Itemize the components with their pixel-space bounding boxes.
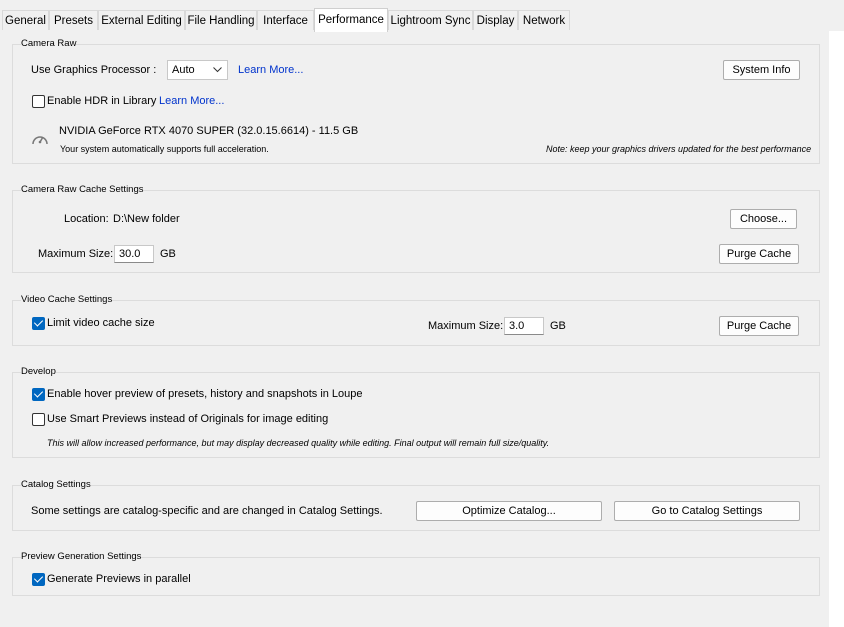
purge-cache-button[interactable]: Purge Cache xyxy=(719,244,799,264)
location-value: D:\New folder xyxy=(113,213,180,225)
gauge-icon xyxy=(32,136,48,145)
tab-bar: General Presets External Editing File Ha… xyxy=(0,0,844,32)
gpu-name: NVIDIA GeForce RTX 4070 SUPER (32.0.15.6… xyxy=(59,125,359,137)
tab-general[interactable]: General xyxy=(2,10,49,30)
smart-previews-label: Use Smart Previews instead of Originals … xyxy=(47,413,329,425)
chevron-down-icon xyxy=(213,67,222,73)
optimize-catalog-button[interactable]: Optimize Catalog... xyxy=(416,501,602,521)
hover-preview-checkbox[interactable] xyxy=(32,388,45,401)
tab-file-handling[interactable]: File Handling xyxy=(185,10,257,30)
cache-max-size-label: Maximum Size: xyxy=(38,248,114,260)
tab-network[interactable]: Network xyxy=(518,10,570,30)
tab-display[interactable]: Display xyxy=(473,10,518,30)
panel-edge xyxy=(829,31,844,627)
tab-presets[interactable]: Presets xyxy=(49,10,98,30)
video-max-size-input[interactable]: 3.0 xyxy=(504,317,544,335)
system-info-button[interactable]: System Info xyxy=(723,60,800,80)
catalog-description: Some settings are catalog-specific and a… xyxy=(31,505,383,517)
catalog-title: Catalog Settings xyxy=(21,479,91,490)
smart-previews-note: This will allow increased performance, b… xyxy=(47,438,550,448)
video-max-size-label: Maximum Size: xyxy=(428,320,504,332)
enable-hdr-label: Enable HDR in Library xyxy=(47,95,157,107)
preview-generation-title: Preview Generation Settings xyxy=(21,551,142,562)
learn-more-gpu-link[interactable]: Learn More... xyxy=(238,64,303,76)
video-cache-title: Video Cache Settings xyxy=(21,294,113,305)
cache-title: Camera Raw Cache Settings xyxy=(21,184,144,195)
cache-max-size-input[interactable]: 30.0 xyxy=(114,245,154,263)
cache-unit: GB xyxy=(160,248,176,260)
go-to-catalog-settings-button[interactable]: Go to Catalog Settings xyxy=(614,501,800,521)
purge-video-cache-button[interactable]: Purge Cache xyxy=(719,316,799,336)
choose-location-button[interactable]: Choose... xyxy=(730,209,797,229)
limit-video-cache-label: Limit video cache size xyxy=(47,317,155,329)
tab-lightroom-sync[interactable]: Lightroom Sync xyxy=(388,10,473,30)
enable-hdr-checkbox[interactable] xyxy=(32,95,45,108)
tab-performance[interactable]: Performance xyxy=(314,8,388,32)
camera-raw-title: Camera Raw xyxy=(21,38,77,49)
tab-interface[interactable]: Interface xyxy=(257,10,314,30)
location-label: Location: xyxy=(64,213,109,225)
video-unit: GB xyxy=(550,320,566,332)
tab-external-editing[interactable]: External Editing xyxy=(98,10,185,30)
gpu-label: Use Graphics Processor : xyxy=(31,64,157,76)
generate-previews-parallel-checkbox[interactable] xyxy=(32,573,45,586)
smart-previews-checkbox[interactable] xyxy=(32,413,45,426)
gpu-select-value: Auto xyxy=(172,64,195,76)
driver-note: Note: keep your graphics drivers updated… xyxy=(546,144,812,154)
generate-previews-parallel-label: Generate Previews in parallel xyxy=(47,573,191,585)
acceleration-status: Your system automatically supports full … xyxy=(60,144,269,154)
gpu-select[interactable]: Auto xyxy=(167,60,228,80)
develop-title: Develop xyxy=(21,366,56,377)
learn-more-hdr-link[interactable]: Learn More... xyxy=(159,95,224,107)
hover-preview-label: Enable hover preview of presets, history… xyxy=(47,388,363,400)
limit-video-cache-checkbox[interactable] xyxy=(32,317,45,330)
